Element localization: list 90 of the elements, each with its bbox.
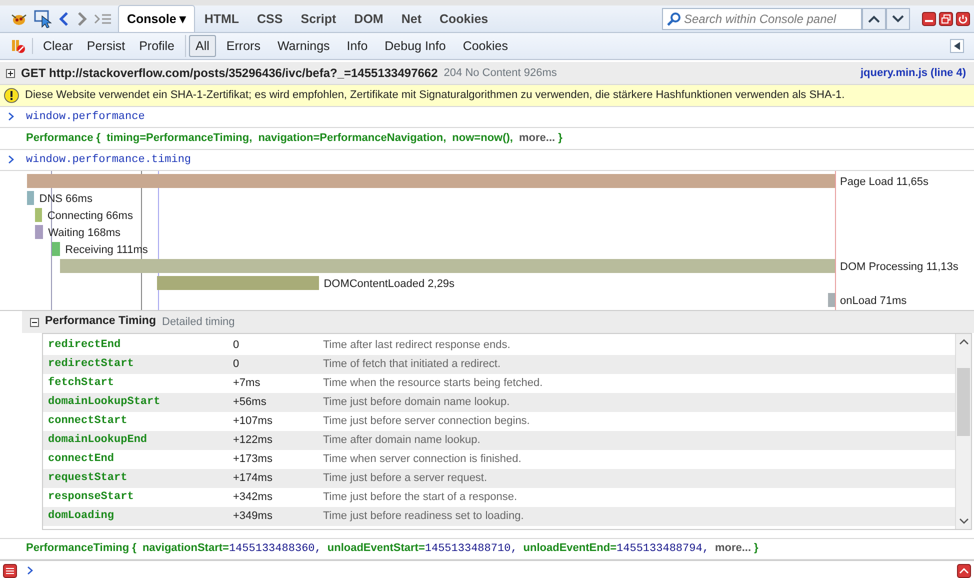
timing-value: 0 xyxy=(233,338,240,354)
timing-label: DOMContentLoaded 2,29s xyxy=(324,277,455,292)
minimize-icon[interactable] xyxy=(922,12,936,26)
expand-editor-icon[interactable] xyxy=(957,564,971,578)
panel-tab[interactable]: Net xyxy=(392,5,430,32)
timing-description: Time of fetch that initiated a redirect. xyxy=(323,357,501,372)
filter-button[interactable]: Errors xyxy=(219,34,268,58)
warning-icon xyxy=(4,88,19,103)
panel-tab[interactable]: CSS xyxy=(248,5,292,32)
timing-label: DNS 66ms xyxy=(39,192,92,207)
timing-description: Time after domain name lookup. xyxy=(323,433,480,448)
filter-button[interactable]: Info xyxy=(340,34,375,58)
timing-label: Page Load 11,65s xyxy=(840,175,928,190)
panel-tab[interactable]: DOM xyxy=(345,5,392,32)
panel-tab[interactable]: Console ▾ xyxy=(118,5,196,32)
inspect-icon[interactable] xyxy=(34,10,52,28)
timing-value: +7ms xyxy=(233,376,262,392)
timing-label: Waiting 168ms xyxy=(48,226,120,241)
collapse-icon[interactable] xyxy=(30,318,39,326)
filter-button[interactable]: All xyxy=(188,34,216,58)
timing-value: +107ms xyxy=(233,414,274,430)
timing-value: +174ms xyxy=(233,471,274,486)
timing-name: redirectStart xyxy=(47,357,135,372)
forward-icon[interactable] xyxy=(76,10,88,26)
timing-label: Receiving 111ms xyxy=(65,243,148,258)
chevron-down-icon xyxy=(892,14,904,22)
prompt-icon xyxy=(27,566,33,575)
timing-name: fetchStart xyxy=(47,376,116,392)
scroll-down-icon[interactable] xyxy=(959,518,969,524)
timing-description: Time just before domain name lookup. xyxy=(323,395,510,410)
panel-tab[interactable]: Script xyxy=(292,5,346,32)
collapse-side-button[interactable] xyxy=(950,39,964,53)
timing-label: DOM Processing 11,13s xyxy=(840,260,958,275)
search-field[interactable]: Search within Console panel xyxy=(662,8,862,30)
timing-description: Time just before server connection begins. xyxy=(323,414,530,430)
timing-name: requestStart xyxy=(47,471,128,486)
prompt-icon xyxy=(8,155,14,164)
timing-name: domainLookupEnd xyxy=(47,433,148,448)
command-text: window.performance xyxy=(26,110,145,124)
panel-title: Performance Timing xyxy=(45,314,156,330)
filter-button[interactable]: Cookies xyxy=(456,34,515,58)
panel-subtitle: Detailed timing xyxy=(162,314,235,330)
source-link[interactable]: jquery.min.js (line 4) xyxy=(860,64,966,82)
timing-label: Connecting 66ms xyxy=(47,209,133,224)
timing-name: domLoading xyxy=(47,509,116,524)
timing-description: Time just before the start of a response. xyxy=(323,490,518,506)
detach-icon[interactable] xyxy=(939,12,953,26)
scroll-up-icon[interactable] xyxy=(959,339,969,345)
warning-message: Diese Website verwendet ein SHA-1-Zertifikat; es wird empfohlen, Zertifikate mit Signaturalgorithmen zu verwenden, die stärkere Hashfunktionen verwenden als SHA-1. xyxy=(25,88,845,103)
timing-value: +56ms xyxy=(233,395,268,410)
command-text: window.performance.timing xyxy=(26,152,192,168)
timing-value: +173ms xyxy=(233,452,274,468)
timing-description: Time when the resource starts being fetched. xyxy=(323,376,543,392)
timing-name: responseStart xyxy=(47,490,135,506)
timing-value: +342ms xyxy=(233,490,274,506)
prompt-icon xyxy=(8,112,14,122)
search-icon xyxy=(667,12,681,26)
timing-description: Time just before readiness set to loading. xyxy=(323,509,524,524)
expand-icon[interactable] xyxy=(6,68,15,78)
triangle-left-icon xyxy=(954,42,960,50)
request-status: 204 No Content 926ms xyxy=(444,66,557,81)
back-icon[interactable] xyxy=(58,10,70,26)
object-summary[interactable]: PerformanceTiming { navigationStart=1455133488360, unloadEventStart=1455133488710, unloadEventEnd=1455133488794, more... } xyxy=(26,540,758,558)
request-url[interactable]: GET http://stackoverflow.com/posts/35296436/ivc/befa?_=1455133497662 xyxy=(21,64,438,82)
timing-description: Time after last redirect response ends. xyxy=(323,338,510,354)
timing-name: connectEnd xyxy=(47,452,116,468)
timing-description: Time just before a server request. xyxy=(323,471,488,486)
panel-tab[interactable]: HTML xyxy=(195,5,248,32)
timing-value: 0 xyxy=(233,357,240,372)
scrollbar[interactable] xyxy=(955,334,971,529)
toolbar-button[interactable]: Clear xyxy=(36,34,80,58)
chevron-up-icon xyxy=(868,14,880,22)
timing-name: redirectEnd xyxy=(47,338,122,354)
timing-value: +349ms xyxy=(233,509,274,524)
power-icon[interactable] xyxy=(956,12,970,26)
toolbar-button[interactable]: Profile xyxy=(132,34,182,58)
timing-description: Time when server connection is finished. xyxy=(323,452,522,468)
filter-button[interactable]: Debug Info xyxy=(378,34,453,58)
timing-name: connectStart xyxy=(47,414,128,430)
object-summary[interactable]: Performance { timing=PerformanceTiming, navigation=PerformanceNavigation, now=now(), more... } xyxy=(26,130,562,146)
timing-name: domainLookupStart xyxy=(47,395,162,410)
panel-tab[interactable]: Cookies xyxy=(430,5,498,32)
filter-button[interactable]: Warnings xyxy=(270,34,337,58)
timing-value: +122ms xyxy=(233,433,274,448)
next-match-button[interactable] xyxy=(886,8,910,30)
timing-label: onLoad 71ms xyxy=(840,294,907,309)
bug-icon[interactable] xyxy=(10,12,28,26)
break-on-errors-icon[interactable] xyxy=(10,38,26,54)
previous-match-button[interactable] xyxy=(862,8,886,30)
toolbar-button[interactable]: Persist xyxy=(80,34,132,58)
